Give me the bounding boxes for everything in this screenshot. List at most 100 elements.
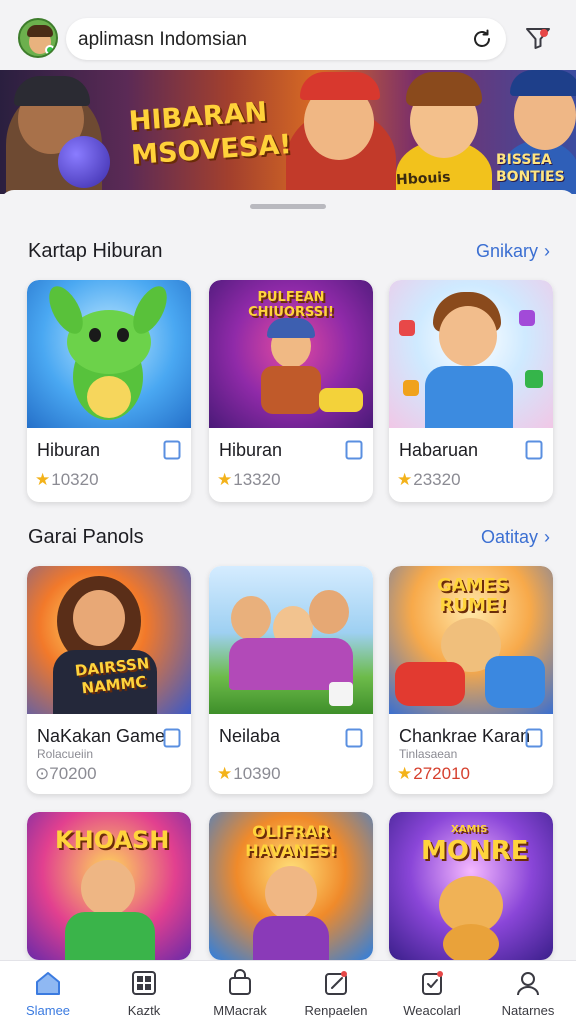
art-dice xyxy=(329,682,353,706)
art-title-text: GAMES RUME! xyxy=(437,575,509,616)
art-boy-head xyxy=(439,306,497,366)
game-thumbnail: GAMES RUME! xyxy=(389,566,553,714)
banner-side-line-2: BONTIES xyxy=(496,169,565,185)
banner-character-3-hair xyxy=(406,72,482,106)
game-subtitle: Tinlasaean xyxy=(399,747,458,761)
game-title: Hiburan xyxy=(219,440,283,460)
art-girl-head xyxy=(265,866,317,920)
game-title: Hiburan xyxy=(37,440,101,460)
section-see-all-link[interactable]: Oatitay › xyxy=(481,527,550,548)
banner-cap-red xyxy=(300,72,380,100)
art-girl-head xyxy=(73,590,125,646)
art-robot-blue xyxy=(485,656,545,708)
game-card[interactable]: DAIRSSN NAMMC NaKakan Game Rolacueiin ⊙7… xyxy=(27,566,191,794)
sheet-grab-handle[interactable] xyxy=(250,204,326,209)
star-icon: ★ xyxy=(217,764,233,783)
game-thumbnail: DAIRSSN NAMMC xyxy=(27,566,191,714)
rating-value: 23320 xyxy=(413,470,461,489)
person-icon xyxy=(517,972,539,996)
rating-value: 10390 xyxy=(233,764,281,783)
art-title-text: OLIFRAR HAVANES! xyxy=(245,822,337,860)
online-status-dot xyxy=(45,45,55,55)
game-card[interactable]: Hiburan ★10320 xyxy=(27,280,191,502)
banner-title: HIBARAN MSOVESA! xyxy=(128,95,293,173)
game-card[interactable]: XAMIS MONRE xyxy=(389,812,553,960)
art-car xyxy=(319,388,363,412)
art-bear-body xyxy=(443,924,499,960)
nav-label: Slamee xyxy=(25,1003,71,1018)
art-creature-eye-right xyxy=(117,328,129,342)
see-all-label: Oatitay xyxy=(480,527,538,547)
art-hero-body xyxy=(261,366,321,414)
bookmark-icon[interactable] xyxy=(163,440,181,460)
bookmark-icon[interactable] xyxy=(163,728,181,748)
section-see-all-link[interactable]: Gnikary › xyxy=(476,241,550,262)
art-title-small-text: XAMIS xyxy=(451,824,488,835)
game-title: Neilaba xyxy=(219,726,281,746)
art-title-text: MONRE xyxy=(421,836,529,866)
bag-icon xyxy=(229,969,251,995)
game-card[interactable]: PULFEAN CHIUORSSI! Hiburan ★13320 xyxy=(209,280,373,502)
banner-orb xyxy=(58,136,110,188)
search-input[interactable]: aplimasn Indomsian xyxy=(78,29,247,51)
art-boy-shirt xyxy=(425,366,513,428)
avatar[interactable] xyxy=(18,18,58,58)
game-card[interactable]: KHOASH xyxy=(27,812,191,960)
game-subtitle: Rolacueiin xyxy=(37,747,94,761)
nav-label: Weacolarl xyxy=(403,1003,461,1018)
nav-item-natarnes[interactable]: Natarnes xyxy=(480,961,576,1024)
game-title: NaKakan Game xyxy=(37,726,166,746)
bookmark-icon[interactable] xyxy=(345,440,363,460)
star-icon: ★ xyxy=(35,470,51,489)
bookmark-icon[interactable] xyxy=(345,728,363,748)
star-icon: ★ xyxy=(397,764,413,783)
game-title: Habaruan xyxy=(399,440,479,460)
game-thumbnail: XAMIS MONRE xyxy=(389,812,553,960)
game-thumbnail xyxy=(209,566,373,714)
art-gem-1 xyxy=(399,320,415,336)
banner-cap-blue xyxy=(510,70,576,96)
promo-banner[interactable]: HIBARAN MSOVESA! Hbouis BISSEA BONTIES xyxy=(0,70,576,194)
game-thumbnail: OLIFRAR HAVANES! xyxy=(209,812,373,960)
art-kid-3 xyxy=(309,590,349,634)
art-creature-belly xyxy=(87,376,131,418)
art-boy-shirt xyxy=(65,912,155,960)
nav-item-weacolarl[interactable]: Weacolarl xyxy=(384,961,480,1024)
art-hero-cap xyxy=(267,318,315,338)
art-gem-3 xyxy=(525,370,543,388)
chevron-right-icon: › xyxy=(544,527,550,547)
section-title-kartap-hiburan: Kartap Hiburan xyxy=(28,240,163,262)
search-bar[interactable]: aplimasn Indomsian xyxy=(66,18,506,60)
refresh-icon[interactable] xyxy=(470,27,494,51)
grid-icon xyxy=(132,971,156,995)
nav-label: Kaztk xyxy=(127,1003,161,1018)
bookmark-icon[interactable] xyxy=(525,728,543,748)
game-thumbnail xyxy=(389,280,553,428)
nav-item-mmacrak[interactable]: MMacrak xyxy=(192,961,288,1024)
art-gem-4 xyxy=(403,380,419,396)
banner-side-line-1: BISSEA xyxy=(496,152,552,168)
content-sheet: Kartap Hiburan Gnikary › Hiburan ★10320 P… xyxy=(0,190,576,960)
game-card[interactable]: GAMES RUME! Chankrae Karan Tinlasaean ★2… xyxy=(389,566,553,794)
avatar-hair xyxy=(27,25,53,37)
nav-item-kaztk[interactable]: Kaztk xyxy=(96,961,192,1024)
rating-value: 13320 xyxy=(233,470,281,489)
art-car-red xyxy=(395,662,465,706)
game-card[interactable]: Habaruan ★23320 xyxy=(389,280,553,502)
art-gem-2 xyxy=(519,310,535,326)
bottom-navigation: Slamee Kaztk MMacrak Renpaelen Weacolarl xyxy=(0,960,576,1024)
star-icon: ★ xyxy=(397,470,413,489)
nav-item-slamee[interactable]: Slamee xyxy=(0,961,96,1024)
banner-cap xyxy=(14,76,90,106)
game-rating: ★10390 xyxy=(217,764,281,784)
nav-label: Renpaelen xyxy=(304,1003,368,1018)
bookmark-icon[interactable] xyxy=(525,440,543,460)
art-kid-1 xyxy=(231,596,271,640)
nav-item-renpaelen[interactable]: Renpaelen xyxy=(288,961,384,1024)
game-rating: ★23320 xyxy=(397,470,461,490)
game-card[interactable]: OLIFRAR HAVANES! xyxy=(209,812,373,960)
filter-icon[interactable] xyxy=(524,24,552,52)
game-card[interactable]: Neilaba ★10390 xyxy=(209,566,373,794)
game-thumbnail xyxy=(27,280,191,428)
nav-label: Natarnes xyxy=(501,1003,555,1018)
